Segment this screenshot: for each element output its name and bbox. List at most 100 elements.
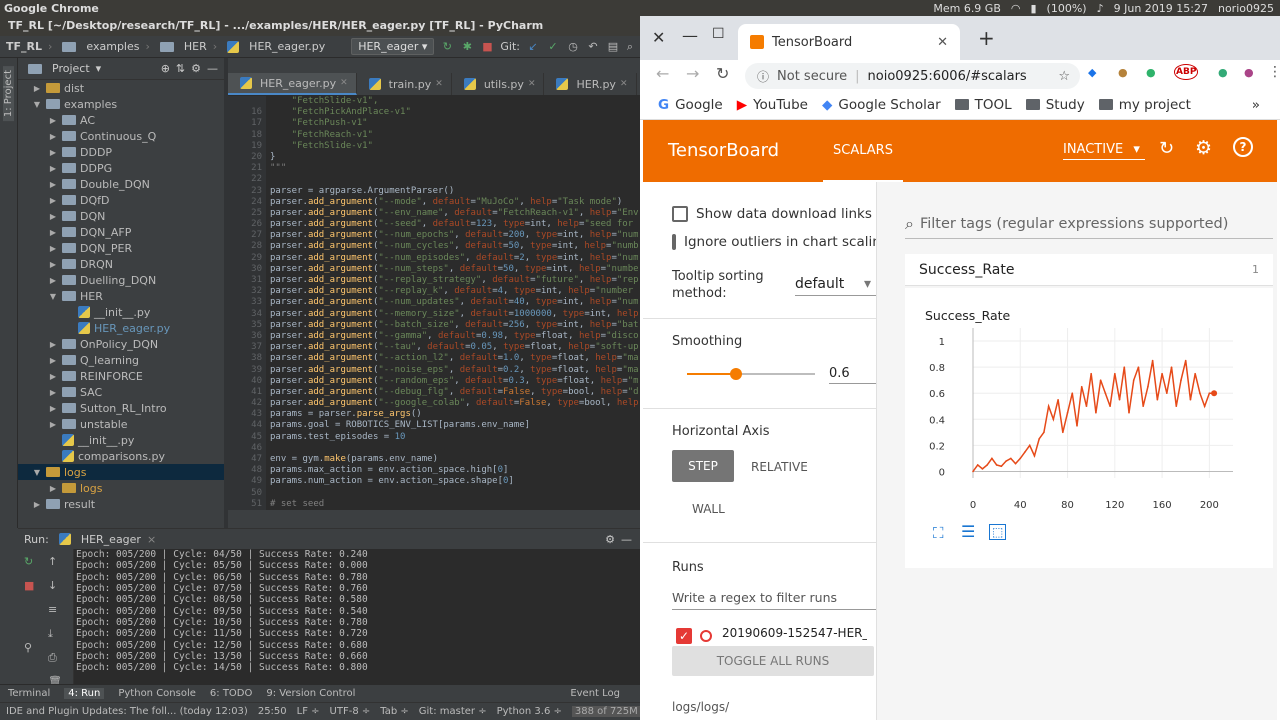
breadcrumb-project[interactable]: TF_RL: [6, 40, 42, 53]
gear-icon[interactable]: ⚙: [191, 62, 201, 75]
browser-tab[interactable]: TensorBoard ✕: [738, 24, 960, 60]
reload-icon[interactable]: ↻: [716, 64, 729, 83]
fullscreen-icon[interactable]: ⛶: [933, 524, 944, 542]
git-update-icon[interactable]: ↙: [526, 40, 540, 54]
tag-filter-input[interactable]: Filter tags (regular expressions support…: [920, 216, 1228, 232]
editor-tab[interactable]: utils.py ✕: [452, 73, 545, 95]
code-line[interactable]: parser.add_argument("--num_steps", defau…: [270, 264, 638, 275]
project-tool-button[interactable]: 1: Project: [3, 66, 14, 122]
code-line[interactable]: "FetchReach-v1": [270, 130, 638, 141]
code-editor[interactable]: 16 17 18 19 20 21 22 23 24 25 26 27 28 29 30 31 32 33 34 35…: [228, 96, 640, 510]
ignore-outliers-row[interactable]: Ignore outliers in chart scaling: [672, 234, 876, 250]
git-revert-icon[interactable]: ↶: [586, 40, 600, 54]
run-config-dropdown[interactable]: HER_eager ▾: [351, 38, 435, 55]
event-log-tab[interactable]: Event Log: [570, 688, 640, 699]
tree-item[interactable]: ▼ HER: [18, 288, 224, 304]
tree-item[interactable]: ▶ DDDP: [18, 144, 224, 160]
code-line[interactable]: [270, 443, 638, 454]
git-commit-icon[interactable]: ✓: [546, 40, 560, 54]
code-line[interactable]: parser.add_argument("--replay_k", defaul…: [270, 286, 638, 297]
target-icon[interactable]: ⊕: [161, 62, 170, 75]
chevron-right-icon[interactable]: ▶: [48, 180, 58, 189]
code-line[interactable]: params.goal = ROBOTICS_ENV_LIST[params.e…: [270, 420, 638, 431]
code-line[interactable]: parser.add_argument("--action_l2", defau…: [270, 353, 638, 364]
close-icon[interactable]: ✕: [528, 79, 536, 89]
bookmark-google[interactable]: G Google: [658, 97, 723, 113]
scroll-end-icon[interactable]: ⤓: [48, 627, 53, 641]
code-line[interactable]: env = gym.make(params.env_name): [270, 454, 638, 465]
code-line[interactable]: parser.add_argument("--google_colab", de…: [270, 398, 638, 409]
chevron-right-icon[interactable]: ▶: [32, 500, 42, 509]
code-line[interactable]: parser.add_argument("--mode", default="M…: [270, 197, 638, 208]
code-line[interactable]: params.num_action = env.action_space.sha…: [270, 476, 638, 487]
code-line[interactable]: parser.add_argument("--memory_size", def…: [270, 309, 638, 320]
scroll-down-icon[interactable]: ↓: [48, 579, 57, 592]
hide-icon[interactable]: —: [207, 62, 224, 75]
chevron-right-icon[interactable]: ▶: [48, 260, 58, 269]
code-line[interactable]: parser.add_argument("--batch_size", defa…: [270, 320, 638, 331]
code-area[interactable]: "FetchSlide-v1", "FetchPickAndPlace-v1" …: [270, 96, 638, 510]
forward-icon[interactable]: →: [686, 64, 699, 83]
interpreter[interactable]: Python 3.6 ÷: [497, 706, 562, 717]
tree-item[interactable]: ▶ dist: [18, 80, 224, 96]
new-tab-button[interactable]: +: [978, 26, 995, 50]
tag-group-header[interactable]: Success_Rate 1: [905, 254, 1273, 286]
code-line[interactable]: "FetchPickAndPlace-v1": [270, 107, 638, 118]
ignore-outliers-checkbox[interactable]: [672, 234, 676, 250]
chevron-down-icon[interactable]: ▼: [48, 292, 58, 301]
gear-icon[interactable]: ⚙: [605, 533, 615, 546]
run-tab-label[interactable]: HER_eager: [81, 533, 141, 546]
help-icon[interactable]: ?: [1233, 137, 1253, 157]
status-message[interactable]: IDE and Plugin Updates: The foll... (tod…: [6, 706, 248, 717]
tab-scalars[interactable]: SCALARS: [823, 120, 903, 182]
close-tab-icon[interactable]: ✕: [937, 35, 948, 50]
chevron-down-icon[interactable]: ▾: [96, 62, 102, 75]
tree-item[interactable]: ▶ OnPolicy_DQN: [18, 336, 224, 352]
tree-item[interactable]: ▶ DQN_PER: [18, 240, 224, 256]
code-line[interactable]: parser.add_argument("--noise_eps", defau…: [270, 365, 638, 376]
fit-domain-icon[interactable]: ⬚: [989, 524, 1007, 540]
user-name[interactable]: norio0925: [1218, 2, 1274, 15]
chevron-right-icon[interactable]: ▶: [48, 340, 58, 349]
code-line[interactable]: parser.add_argument("--debug_flg", defau…: [270, 387, 638, 398]
run-checkbox[interactable]: ✓: [676, 628, 692, 644]
editor-tab[interactable]: train.py ✕: [357, 73, 452, 95]
chevron-right-icon[interactable]: ▶: [48, 484, 58, 493]
avatar[interactable]: ●: [1244, 66, 1254, 79]
code-line[interactable]: parser.add_argument("--seed", default=12…: [270, 219, 638, 230]
tree-item[interactable]: __init__.py: [18, 304, 224, 320]
tree-item[interactable]: ▶ Duelling_DQN: [18, 272, 224, 288]
tree-item[interactable]: ▶ DDPG: [18, 160, 224, 176]
tree-item[interactable]: __init__.py: [18, 432, 224, 448]
search-icon[interactable]: ⌕: [626, 40, 640, 54]
minimize-icon[interactable]: —: [682, 26, 698, 45]
menu-icon[interactable]: ⋮: [1268, 64, 1280, 80]
tree-item[interactable]: ▶ DQN: [18, 208, 224, 224]
chevron-down-icon[interactable]: ▼: [32, 468, 42, 477]
chevron-right-icon[interactable]: ▶: [48, 276, 58, 285]
haxis-step-button[interactable]: STEP: [672, 450, 734, 482]
todo-tab[interactable]: 6: TODO: [210, 688, 252, 699]
run-name[interactable]: 20190609-152547-HER_M: [722, 626, 867, 640]
show-download-row[interactable]: Show data download links: [672, 206, 872, 222]
stop-icon[interactable]: ■: [24, 579, 34, 592]
line-separator[interactable]: LF ÷: [297, 706, 320, 717]
encoding[interactable]: UTF-8 ÷: [330, 706, 371, 717]
grammarly-icon[interactable]: ●: [1146, 66, 1156, 79]
data-table-icon[interactable]: ☰: [961, 522, 975, 541]
chevron-right-icon[interactable]: ▶: [48, 116, 58, 125]
reload-icon[interactable]: ↻: [1159, 138, 1174, 159]
chevron-right-icon[interactable]: ▶: [48, 356, 58, 365]
tree-item[interactable]: ▼ examples: [18, 96, 224, 112]
earth-extension-icon[interactable]: ●: [1218, 66, 1228, 79]
code-line[interactable]: parser.add_argument("--random_eps", defa…: [270, 376, 638, 387]
chevron-right-icon[interactable]: ▶: [32, 84, 42, 93]
tree-item[interactable]: ▶ REINFORCE: [18, 368, 224, 384]
tag-filter[interactable]: ⌕ Filter tags (regular expressions suppo…: [905, 214, 1273, 239]
rerun-icon[interactable]: ↻: [440, 40, 454, 54]
memory-indicator[interactable]: 388 of 725M: [571, 706, 640, 717]
chevron-right-icon[interactable]: ▶: [48, 212, 58, 221]
run-tab[interactable]: 4: Run: [64, 688, 105, 699]
bookmarks-more[interactable]: »: [1252, 97, 1260, 113]
tree-item[interactable]: ▶ Continuous_Q: [18, 128, 224, 144]
